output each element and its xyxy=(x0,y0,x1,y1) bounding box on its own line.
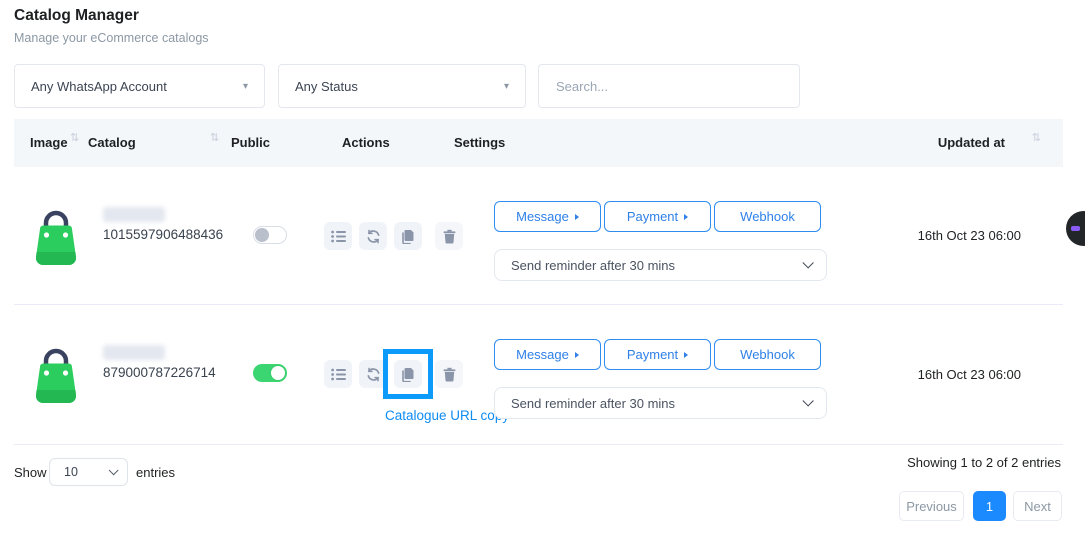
copy-url-highlight-box xyxy=(383,349,433,399)
entries-summary: Showing 1 to 2 of 2 entries xyxy=(907,455,1061,470)
page-subtitle: Manage your eCommerce catalogs xyxy=(14,31,209,45)
sync-button[interactable] xyxy=(359,222,387,250)
table-header: Image ⇅ Catalog ⇅ Public Actions Setting… xyxy=(14,119,1063,167)
webhook-button-label: Webhook xyxy=(740,209,795,224)
webhook-settings-button[interactable]: Webhook xyxy=(714,339,821,370)
pagination-page-1-button[interactable]: 1 xyxy=(973,491,1006,521)
whatsapp-account-filter-value: Any WhatsApp Account xyxy=(31,79,167,94)
message-button-label: Message xyxy=(516,347,569,362)
pagination-previous-button[interactable]: Previous xyxy=(899,491,964,521)
catalog-id: 1015597906488436 xyxy=(103,227,223,242)
trash-icon xyxy=(443,367,456,382)
reminder-value: Send reminder after 30 mins xyxy=(511,258,675,273)
whatsapp-account-filter-select[interactable]: Any WhatsApp Account ▾ xyxy=(14,64,265,108)
catalog-bag-icon xyxy=(30,205,82,267)
caret-right-icon xyxy=(684,352,688,358)
caret-right-icon xyxy=(575,352,579,358)
payment-settings-button[interactable]: Payment xyxy=(604,201,711,232)
caret-down-icon: ▾ xyxy=(504,81,509,92)
catalog-items-button[interactable] xyxy=(324,222,352,250)
page-title: Catalog Manager xyxy=(14,7,139,25)
toggle-knob xyxy=(271,366,285,380)
entries-label: entries xyxy=(136,465,175,480)
delete-button[interactable] xyxy=(435,360,463,388)
reminder-value: Send reminder after 30 mins xyxy=(511,396,675,411)
webhook-settings-button[interactable]: Webhook xyxy=(714,201,821,232)
column-header-actions: Actions xyxy=(342,135,390,150)
public-toggle[interactable] xyxy=(253,364,287,382)
updated-at: 16th Oct 23 06:00 xyxy=(918,228,1021,243)
reminder-select[interactable]: Send reminder after 30 mins xyxy=(494,249,827,281)
table-row: 1015597906488436 Message Payment Webhook… xyxy=(14,167,1063,305)
floating-widget-button[interactable] xyxy=(1066,211,1085,246)
pagination-next-button[interactable]: Next xyxy=(1013,491,1062,521)
webhook-button-label: Webhook xyxy=(740,347,795,362)
column-header-image[interactable]: Image xyxy=(30,135,68,150)
chevron-down-icon xyxy=(109,465,119,475)
catalog-name-redacted xyxy=(103,345,165,360)
sort-icon[interactable]: ⇅ xyxy=(1032,131,1039,144)
catalog-id: 879000787226714 xyxy=(103,365,216,380)
column-header-settings: Settings xyxy=(454,135,505,150)
search-box xyxy=(538,64,800,108)
show-label: Show xyxy=(14,465,47,480)
sort-icon[interactable]: ⇅ xyxy=(210,131,217,144)
column-header-catalog[interactable]: Catalog xyxy=(88,135,136,150)
annotation-label: Catalogue URL copy xyxy=(385,408,509,423)
sync-icon xyxy=(366,367,381,382)
search-input[interactable] xyxy=(539,65,799,107)
payment-button-label: Payment xyxy=(627,347,678,362)
table-row: 879000787226714 Catalogue URL copy Messa… xyxy=(14,305,1063,445)
sort-icon[interactable]: ⇅ xyxy=(70,131,77,144)
chevron-down-icon xyxy=(802,395,813,406)
sync-icon xyxy=(366,229,381,244)
status-filter-value: Any Status xyxy=(295,79,358,94)
catalog-name-redacted xyxy=(103,207,165,222)
status-filter-select[interactable]: Any Status ▾ xyxy=(278,64,526,108)
caret-down-icon: ▾ xyxy=(243,81,248,92)
copy-url-button[interactable] xyxy=(394,222,422,250)
page-size-select[interactable]: 10 xyxy=(49,458,128,486)
chevron-down-icon xyxy=(802,257,813,268)
trash-icon xyxy=(443,229,456,244)
toggle-knob xyxy=(255,228,269,242)
list-icon xyxy=(331,368,346,381)
copy-icon xyxy=(401,229,415,244)
message-button-label: Message xyxy=(516,209,569,224)
public-toggle[interactable] xyxy=(253,226,287,244)
caret-right-icon xyxy=(575,214,579,220)
column-header-public: Public xyxy=(231,135,270,150)
catalog-items-button[interactable] xyxy=(324,360,352,388)
payment-settings-button[interactable]: Payment xyxy=(604,339,711,370)
widget-dot-icon xyxy=(1071,226,1080,231)
page-size-value: 10 xyxy=(64,465,78,479)
delete-button[interactable] xyxy=(435,222,463,250)
payment-button-label: Payment xyxy=(627,209,678,224)
list-icon xyxy=(331,230,346,243)
message-settings-button[interactable]: Message xyxy=(494,201,601,232)
updated-at: 16th Oct 23 06:00 xyxy=(918,367,1021,382)
column-header-updated-at[interactable]: Updated at xyxy=(938,135,1005,150)
reminder-select[interactable]: Send reminder after 30 mins xyxy=(494,387,827,419)
catalog-manager-page: Catalog Manager Manage your eCommerce ca… xyxy=(0,0,1085,536)
catalog-bag-icon xyxy=(30,343,82,405)
message-settings-button[interactable]: Message xyxy=(494,339,601,370)
caret-right-icon xyxy=(684,214,688,220)
